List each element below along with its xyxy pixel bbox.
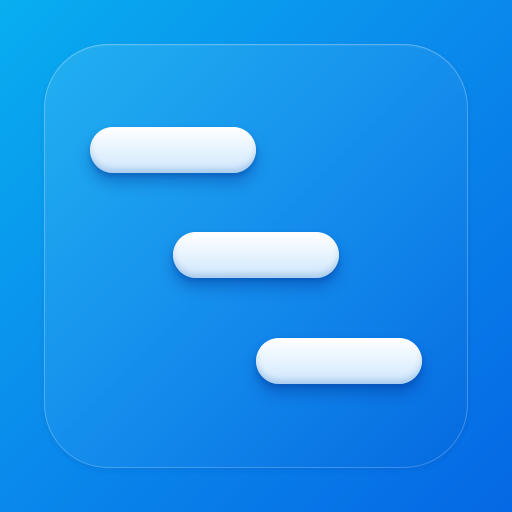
timeline-bar-2 (173, 232, 339, 278)
timeline-bar-1 (90, 127, 256, 173)
app-icon (0, 0, 512, 512)
timeline-bar-3 (256, 338, 422, 384)
